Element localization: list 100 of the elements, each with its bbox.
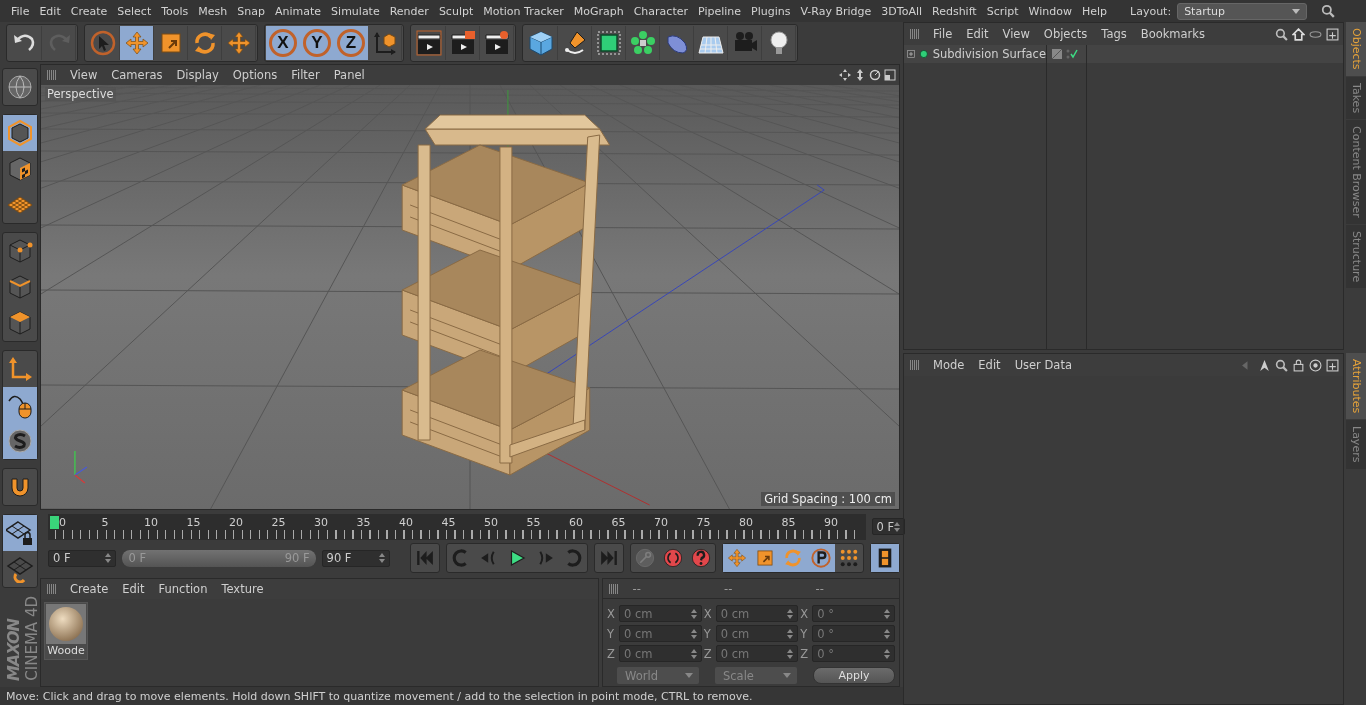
panel-grip[interactable] [910, 360, 920, 370]
menu-item[interactable]: Edit [959, 27, 996, 41]
cube-points-icon [6, 237, 34, 265]
panel-grip[interactable] [47, 70, 57, 80]
frame-number: 20 [228, 515, 244, 529]
mode-button[interactable] [3, 515, 37, 551]
start-frame-field[interactable]: 0 F [48, 549, 117, 567]
object-row[interactable]: Subdivision Surface [904, 45, 1046, 63]
globe-icon [6, 73, 34, 101]
axis-lock-button[interactable]: Y [300, 26, 334, 60]
side-tab[interactable]: Content Browser [1346, 119, 1366, 224]
end-frame-field[interactable]: 90 F [321, 549, 390, 567]
side-tab[interactable]: Attributes [1346, 353, 1366, 420]
menu-item[interactable]: Simulate [326, 4, 385, 18]
product-name: CINEMA 4D [23, 596, 41, 681]
menu-item[interactable]: Mode [926, 358, 972, 372]
frame-number: 70 [653, 515, 669, 529]
menu-item[interactable]: Create [65, 4, 113, 18]
current-frame-field[interactable]: 0 F [871, 518, 906, 535]
caret-icon [1292, 8, 1301, 14]
menu-item[interactable]: View [63, 68, 105, 82]
apply-button[interactable]: Apply [813, 667, 895, 684]
menu-item[interactable]: Motion Tracker [478, 4, 569, 18]
grid-spacing-label: Grid Spacing : 100 cm [761, 492, 895, 506]
menu-item[interactable]: User Data [1007, 358, 1079, 372]
search-icon [1275, 27, 1288, 41]
menu-item[interactable]: Texture [214, 582, 271, 596]
timeline-ruler[interactable]: 0 5 10 15 20 25 30 35 40 45 50 55 60 65 70 75 80 85 90 [48, 514, 866, 540]
menu-item[interactable]: Function [151, 582, 215, 596]
menu-item[interactable]: 3DToAll [876, 4, 927, 18]
menu-item[interactable]: Animate [270, 4, 327, 18]
frame-number: 5 [100, 515, 110, 529]
mode-button[interactable] [3, 387, 37, 423]
menu-item[interactable]: Render [384, 4, 434, 18]
menu-item[interactable]: V-Ray Bridge [795, 4, 877, 18]
menu-item[interactable]: Pipeline [693, 4, 747, 18]
mode-button[interactable] [3, 115, 37, 151]
column-header: -- [631, 581, 642, 596]
menu-item[interactable]: Window [1023, 4, 1077, 18]
playback-button[interactable] [807, 544, 835, 572]
spinner-icon [379, 553, 385, 563]
menu-item[interactable]: Bookmarks [1133, 27, 1212, 41]
menu-item[interactable]: Cameras [104, 68, 170, 82]
menu-item[interactable]: Create [63, 582, 116, 596]
menu-item[interactable]: Help [1076, 4, 1113, 18]
menu-item[interactable]: Redshift [927, 4, 982, 18]
menu-item[interactable]: Edit [971, 358, 1008, 372]
side-tab[interactable]: Layers [1346, 420, 1366, 469]
menu-item[interactable]: Plugins [746, 4, 796, 18]
menu-item[interactable]: Options [225, 68, 285, 82]
viewport[interactable]: Perspective Grid Spacing : 100 cm [41, 85, 899, 509]
side-tab[interactable]: Structure [1346, 224, 1366, 288]
playback-button[interactable] [871, 544, 899, 572]
axis-arrows-icon [6, 355, 34, 383]
menu-item[interactable]: Script [981, 4, 1024, 18]
object-icon [919, 48, 929, 60]
menu-item[interactable]: File [6, 4, 35, 18]
frame-number: 90 [823, 515, 839, 529]
home-icon [1292, 27, 1305, 41]
menu-item[interactable]: Tags [1094, 27, 1134, 41]
menu-item[interactable]: Sculpt [433, 4, 479, 18]
caret-icon [783, 673, 791, 678]
menu-item[interactable]: Character [628, 4, 693, 18]
side-tab[interactable]: Takes [1346, 76, 1366, 119]
axis-lock-button[interactable]: Z [334, 26, 368, 60]
menu-item[interactable]: Select [112, 4, 157, 18]
checker-cube-icon [6, 155, 34, 183]
frame-number: 30 [313, 515, 329, 529]
axis-label: Y [800, 626, 809, 641]
menu-item[interactable]: Edit [115, 582, 152, 596]
material-ball-icon [46, 604, 86, 644]
panel-grip[interactable] [47, 584, 57, 594]
material-swatch[interactable]: Woode [44, 602, 88, 660]
axis-label: Y [703, 626, 712, 641]
menu-item[interactable]: Mesh [193, 4, 233, 18]
menu-item[interactable]: Filter [284, 68, 327, 82]
help-icon [690, 547, 712, 569]
panel-grip[interactable] [609, 583, 619, 594]
side-tab[interactable]: Objects [1346, 22, 1366, 76]
menu-item[interactable]: View [995, 27, 1037, 41]
frame-number: 60 [568, 515, 584, 529]
layout-dropdown[interactable]: Startup [1177, 2, 1308, 20]
menu-item[interactable]: Tools [156, 4, 194, 18]
move-view-icon [839, 69, 851, 81]
axis-label: X [607, 606, 616, 621]
menu-item[interactable]: Snap [232, 4, 270, 18]
menu-item[interactable]: Objects [1036, 27, 1095, 41]
panel-grip[interactable] [910, 29, 920, 39]
menu-item[interactable]: Edit [34, 4, 66, 18]
axis-lock-button[interactable]: X [266, 26, 300, 60]
menu-item[interactable]: MoGraph [568, 4, 629, 18]
frame-number: 10 [143, 515, 159, 529]
axis-label: X [800, 606, 810, 621]
pointer-icon [1258, 358, 1271, 372]
menu-item[interactable]: Display [169, 68, 226, 82]
mode-button[interactable] [3, 423, 37, 459]
menu-item[interactable]: File [926, 27, 960, 41]
snap-icon [6, 427, 34, 455]
menu-item[interactable]: Panel [326, 68, 372, 82]
axis-label: Y [607, 626, 616, 641]
